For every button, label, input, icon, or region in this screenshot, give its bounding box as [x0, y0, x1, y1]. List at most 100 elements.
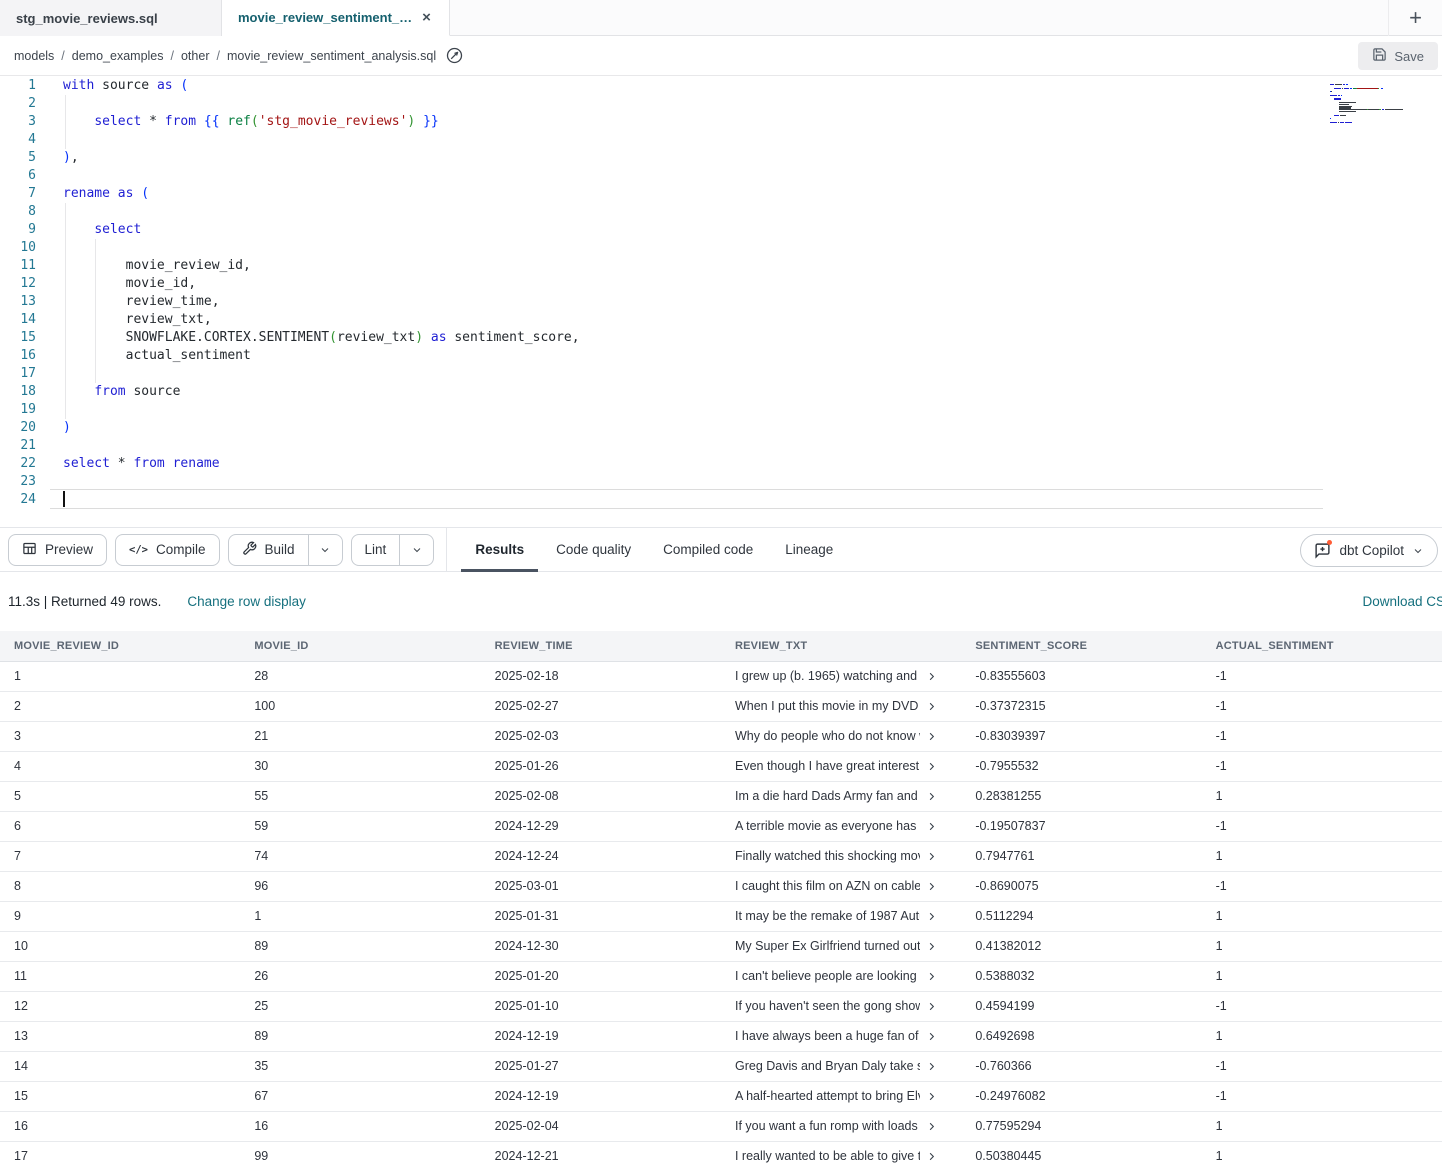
line-number: 18 [0, 383, 36, 401]
chevron-right-icon[interactable] [926, 791, 937, 802]
token-text: movie_review_id, [63, 258, 251, 273]
cell-actual_sentiment: -1 [1202, 721, 1442, 751]
cell-sentiment_score: -0.7955532 [961, 751, 1201, 781]
code-line: 23 [0, 473, 580, 491]
code-line: 15 SNOWFLAKE.CORTEX.SENTIMENT(review_txt… [0, 329, 580, 347]
file-tab-movie-review-sentiment[interactable]: movie_review_sentiment_… × [222, 0, 450, 36]
cell-review_time: 2024-12-21 [481, 1141, 721, 1166]
panel-tab-compiled-code[interactable]: Compiled code [647, 527, 769, 572]
chevron-right-icon[interactable] [926, 821, 937, 832]
chevron-right-icon[interactable] [926, 701, 937, 712]
token-bracket: ) [63, 420, 71, 435]
save-button[interactable]: Save [1358, 42, 1438, 70]
breadcrumb-separator: / [61, 49, 64, 63]
build-button[interactable]: Build [229, 535, 308, 565]
compass-icon[interactable] [446, 47, 463, 64]
token-jinja: }} [423, 114, 439, 129]
cell-sentiment_score: -0.760366 [961, 1051, 1201, 1081]
cell-actual_sentiment: 1 [1202, 961, 1442, 991]
cell-movie_id: 16 [240, 1111, 480, 1141]
dbt-copilot-button[interactable]: dbt Copilot [1300, 534, 1438, 567]
chevron-right-icon[interactable] [926, 1121, 937, 1132]
cell-movie_id: 1 [240, 901, 480, 931]
lint-button-label: Lint [365, 542, 387, 557]
download-csv-link[interactable]: Download CSV [1362, 572, 1442, 631]
chevron-right-icon[interactable] [926, 881, 937, 892]
token-text: * [110, 456, 133, 471]
cell-actual_sentiment: -1 [1202, 661, 1442, 691]
column-header-review_time: REVIEW_TIME [481, 631, 721, 661]
cell-movie_review_id: 1 [0, 661, 240, 691]
chevron-right-icon[interactable] [926, 851, 937, 862]
cell-review_time: 2024-12-29 [481, 811, 721, 841]
chevron-right-icon[interactable] [926, 971, 937, 982]
panel-tab-lineage[interactable]: Lineage [769, 527, 849, 572]
breadcrumb-segment[interactable]: movie_review_sentiment_analysis.sql [227, 49, 436, 63]
review-text: A terrible movie as everyone has said. … [735, 819, 920, 833]
minimap-segment [1334, 98, 1341, 99]
code-editor[interactable]: 1with source as (23 select * from {{ ref… [0, 76, 1442, 527]
results-table-header-row: MOVIE_REVIEW_IDMOVIE_IDREVIEW_TIMEREVIEW… [0, 631, 1442, 661]
lint-dropdown-button[interactable] [399, 535, 433, 565]
cell-sentiment_score: 0.5112294 [961, 901, 1201, 931]
chevron-right-icon[interactable] [926, 1151, 937, 1162]
close-icon[interactable]: × [422, 10, 431, 25]
change-row-display-link[interactable]: Change row display [187, 594, 306, 609]
chevron-right-icon[interactable] [926, 1001, 937, 1012]
cell-actual_sentiment: -1 [1202, 691, 1442, 721]
results-status-bar: 11.3s | Returned 49 rows. Change row dis… [0, 572, 1442, 631]
minimap-segment [1339, 111, 1357, 112]
code-text: select [63, 221, 141, 239]
cell-sentiment_score: 0.50380445 [961, 1141, 1201, 1166]
editor-minimap[interactable] [1330, 84, 1436, 127]
cell-movie_id: 55 [240, 781, 480, 811]
code-line: 2 [0, 95, 580, 113]
chevron-right-icon[interactable] [926, 761, 937, 772]
chevron-right-icon[interactable] [926, 1061, 937, 1072]
chevron-right-icon[interactable] [926, 1031, 937, 1042]
breadcrumb-separator: / [216, 49, 219, 63]
chevron-right-icon[interactable] [926, 1091, 937, 1102]
breadcrumb-segment[interactable]: models [14, 49, 54, 63]
compile-button[interactable]: </> Compile [115, 534, 220, 566]
breadcrumb-segment[interactable]: other [181, 49, 210, 63]
new-tab-button[interactable]: + [1388, 0, 1442, 36]
token-keyword: rename [173, 456, 220, 471]
preview-button[interactable]: Preview [8, 534, 107, 566]
lint-button[interactable]: Lint [352, 535, 400, 565]
chevron-right-icon[interactable] [926, 671, 937, 682]
line-number: 8 [0, 203, 36, 221]
panel-tab-results[interactable]: Results [459, 527, 540, 572]
cell-review_txt: I really wanted to be able to give this … [721, 1141, 961, 1166]
cell-actual_sentiment: 1 [1202, 1021, 1442, 1051]
build-dropdown-button[interactable] [308, 535, 342, 565]
review-text: Greg Davis and Bryan Daly take some … [735, 1059, 920, 1073]
chevron-right-icon[interactable] [926, 731, 937, 742]
token-bracket: ( [251, 114, 259, 129]
cell-review_txt: I grew up (b. 1965) watching and lovin… [721, 661, 961, 691]
token-text [110, 186, 118, 201]
minimap-segment [1330, 95, 1337, 96]
review-text: A half-hearted attempt to bring Elvis P… [735, 1089, 920, 1103]
preview-button-label: Preview [45, 542, 93, 557]
chevron-right-icon[interactable] [926, 941, 937, 952]
line-number: 7 [0, 185, 36, 203]
minimap-segment [1340, 115, 1347, 116]
token-text: movie_id, [63, 276, 196, 291]
review-text: I can't believe people are looking for a… [735, 969, 920, 983]
breadcrumb-segment[interactable]: demo_examples [72, 49, 164, 63]
line-number: 16 [0, 347, 36, 365]
cell-actual_sentiment: 1 [1202, 781, 1442, 811]
results-table-row: 16162025-02-04If you want a fun romp wit… [0, 1111, 1442, 1141]
cell-actual_sentiment: -1 [1202, 751, 1442, 781]
panel-tab-code-quality[interactable]: Code quality [540, 527, 647, 572]
chevron-down-icon [319, 544, 331, 556]
cell-review_time: 2025-02-03 [481, 721, 721, 751]
cell-actual_sentiment: -1 [1202, 811, 1442, 841]
chevron-right-icon[interactable] [926, 911, 937, 922]
notification-dot [1327, 540, 1332, 545]
code-line: 22select * from rename [0, 455, 580, 473]
token-bracket: ) [415, 330, 423, 345]
token-text: review_txt [337, 330, 415, 345]
file-tab-stg-movie-reviews[interactable]: stg_movie_reviews.sql [0, 0, 222, 36]
